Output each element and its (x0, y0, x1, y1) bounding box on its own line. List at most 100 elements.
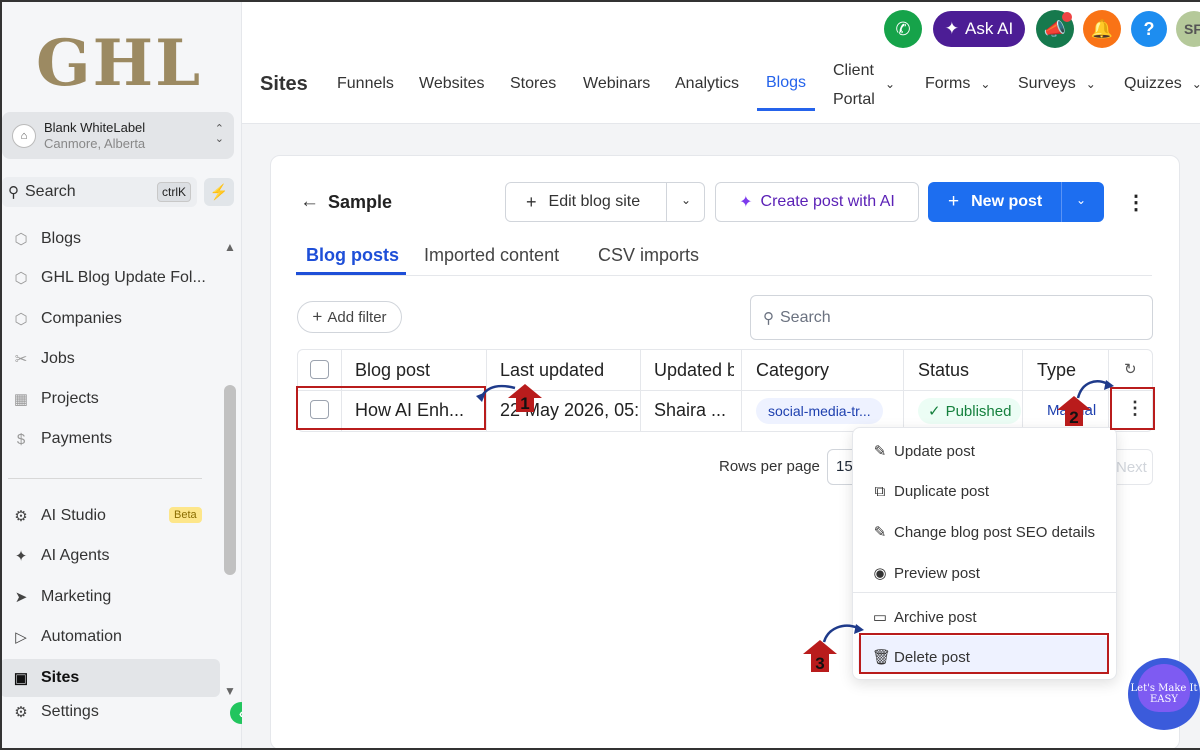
svg-text:3: 3 (815, 654, 824, 673)
scroll-up-arrow[interactable]: ▲ (224, 240, 236, 254)
active-subtab-indicator (296, 272, 406, 275)
sidebar-item-companies[interactable]: ⬡ Companies (10, 307, 122, 331)
column-header-blog-post[interactable]: Blog post (355, 360, 430, 381)
tab-client-portal-line1[interactable]: Client (833, 62, 874, 80)
add-filter-button[interactable]: + Add filter (297, 301, 402, 333)
menu-item-preview-post[interactable]: ◉ Preview post (872, 564, 979, 583)
sidebar-item-ghl-blog[interactable]: ⬡ GHL Blog Update Fol... (10, 266, 205, 290)
globe-window-icon: ▣ (13, 670, 29, 687)
lightning-icon[interactable]: ⚡ (204, 178, 234, 206)
menu-divider (853, 592, 1116, 593)
beta-badge: Beta (169, 507, 202, 523)
tab-analytics[interactable]: Analytics (675, 75, 739, 93)
column-header-updated-by[interactable]: Updated by (654, 360, 734, 382)
cube-icon: ⬡ (14, 231, 28, 248)
sidebar-item-sites[interactable]: ▣ Sites (10, 666, 79, 690)
play-circle-icon: ▷ (15, 629, 27, 646)
sidebar-item-payments[interactable]: $ Payments (10, 427, 112, 451)
subtab-divider (296, 275, 1152, 276)
column-header-status[interactable]: Status (918, 360, 969, 381)
create-post-ai-button[interactable]: ✦ Create post with AI (715, 182, 919, 222)
scroll-down-arrow[interactable]: ▼ (224, 684, 236, 698)
new-post-button[interactable]: + New post ⌄ (928, 182, 1104, 222)
account-location: Canmore, Alberta (44, 135, 146, 151)
pencil-icon: ✎ (873, 524, 887, 541)
archive-icon: ▭ (872, 609, 888, 626)
help-button[interactable]: ? (1131, 11, 1167, 47)
sidebar-item-projects[interactable]: ▦ Projects (10, 387, 99, 411)
tools-icon: ✂ (14, 351, 28, 368)
button-divider (1061, 182, 1062, 222)
menu-item-update-post[interactable]: ✎ Update post (872, 442, 975, 461)
status-badge: ✓ Published (918, 398, 1022, 424)
brand-logo: GHL (36, 26, 203, 101)
sidebar-search[interactable]: ⚲ Search ctrlK (2, 177, 197, 207)
ai-studio-icon: ⚙ (14, 508, 28, 525)
more-options-icon[interactable]: ⋮ (1126, 190, 1146, 215)
cube-icon: ⬡ (14, 311, 28, 328)
sidebar-item-settings[interactable]: ⚙ Settings (10, 700, 99, 724)
step-3-marker: 3 (803, 624, 864, 673)
tab-stores[interactable]: Stores (510, 75, 556, 93)
button-divider (666, 183, 667, 221)
send-icon: ➤ (14, 589, 28, 606)
refresh-icon[interactable]: ↻ (1124, 360, 1137, 378)
tab-client-portal-line2[interactable]: Portal (833, 91, 875, 109)
check-circle-icon: ✓ (928, 403, 941, 420)
tab-websites[interactable]: Websites (419, 75, 485, 93)
plus-icon: + (948, 191, 960, 212)
location-icon: ⌂ (12, 123, 36, 148)
svg-text:1: 1 (520, 394, 529, 413)
category-chip: social-media-tr... (756, 398, 883, 424)
sidebar-item-blogs[interactable]: ⬡ Blogs (10, 227, 81, 251)
step-1-marker: 1 (476, 384, 542, 413)
chevron-down-icon: ⌄ (980, 77, 991, 91)
subtab-imported-content[interactable]: Imported content (424, 245, 559, 266)
menu-item-duplicate-post[interactable]: ⧉ Duplicate post (872, 483, 989, 500)
chevron-down-icon[interactable]: ⌄ (885, 77, 895, 91)
tab-surveys[interactable]: Surveys ⌄ (1018, 75, 1096, 93)
sidebar-item-jobs[interactable]: ✂ Jobs (10, 347, 75, 371)
sidebar-search-label: Search (25, 183, 76, 200)
edit-blog-site-button[interactable]: + Edit blog site ⌄ (505, 182, 705, 222)
bell-icon[interactable]: 🔔 (1083, 10, 1121, 48)
column-header-last-updated[interactable]: Last updated (500, 360, 604, 381)
tab-webinars[interactable]: Webinars (583, 75, 650, 93)
tab-quizzes[interactable]: Quizzes ⌄ (1124, 75, 1200, 93)
phone-icon[interactable]: ✆ (884, 10, 922, 48)
chevron-down-icon[interactable]: ⌄ (1076, 193, 1086, 207)
column-header-category[interactable]: Category (756, 360, 829, 381)
sidebar-item-marketing[interactable]: ➤ Marketing (10, 585, 112, 609)
table-search-input[interactable]: ⚲ Search (750, 295, 1153, 340)
tab-blogs[interactable]: Blogs (766, 74, 806, 92)
menu-item-change-seo[interactable]: ✎ Change blog post SEO details (872, 523, 1095, 542)
chart-icon: ▦ (13, 391, 29, 408)
account-switcher[interactable]: ⌂ Blank WhiteLabel Canmore, Alberta ⌃ ⌄ (2, 112, 234, 159)
pencil-icon: ✎ (873, 443, 887, 460)
sidebar-item-automation[interactable]: ▷ Automation (10, 625, 122, 649)
search-icon: ⚲ (763, 309, 774, 327)
eye-icon: ◉ (873, 565, 887, 582)
rows-per-page-label: Rows per page (719, 458, 820, 475)
step-2-marker: 2 (1057, 380, 1114, 427)
subtab-csv-imports[interactable]: CSV imports (598, 245, 699, 266)
sidebar-item-ai-studio[interactable]: ⚙ AI Studio (10, 504, 106, 528)
ask-ai-button[interactable]: ✦ Ask AI (933, 11, 1025, 47)
annotation-box-blog-post (296, 386, 486, 430)
gear-icon: ⚙ (14, 704, 28, 721)
section-title: Sites (260, 73, 308, 95)
subtab-blog-posts[interactable]: Blog posts (306, 245, 399, 266)
tab-funnels[interactable]: Funnels (337, 75, 394, 93)
sidebar-divider (8, 478, 202, 479)
svg-text:2: 2 (1069, 408, 1078, 427)
sidebar-item-ai-agents[interactable]: ✦ AI Agents (10, 544, 110, 568)
active-tab-indicator (757, 108, 815, 111)
back-arrow-icon[interactable]: ← (300, 191, 319, 213)
chevron-down-icon[interactable]: ⌄ (681, 193, 691, 207)
tab-forms[interactable]: Forms ⌄ (925, 75, 990, 93)
page-title: Sample (328, 192, 393, 212)
menu-item-archive-post[interactable]: ▭ Archive post (872, 608, 977, 627)
sidebar-scrollbar[interactable] (224, 385, 236, 575)
select-all-checkbox[interactable] (310, 360, 329, 379)
sparkle-icon: ✦ (944, 19, 960, 38)
